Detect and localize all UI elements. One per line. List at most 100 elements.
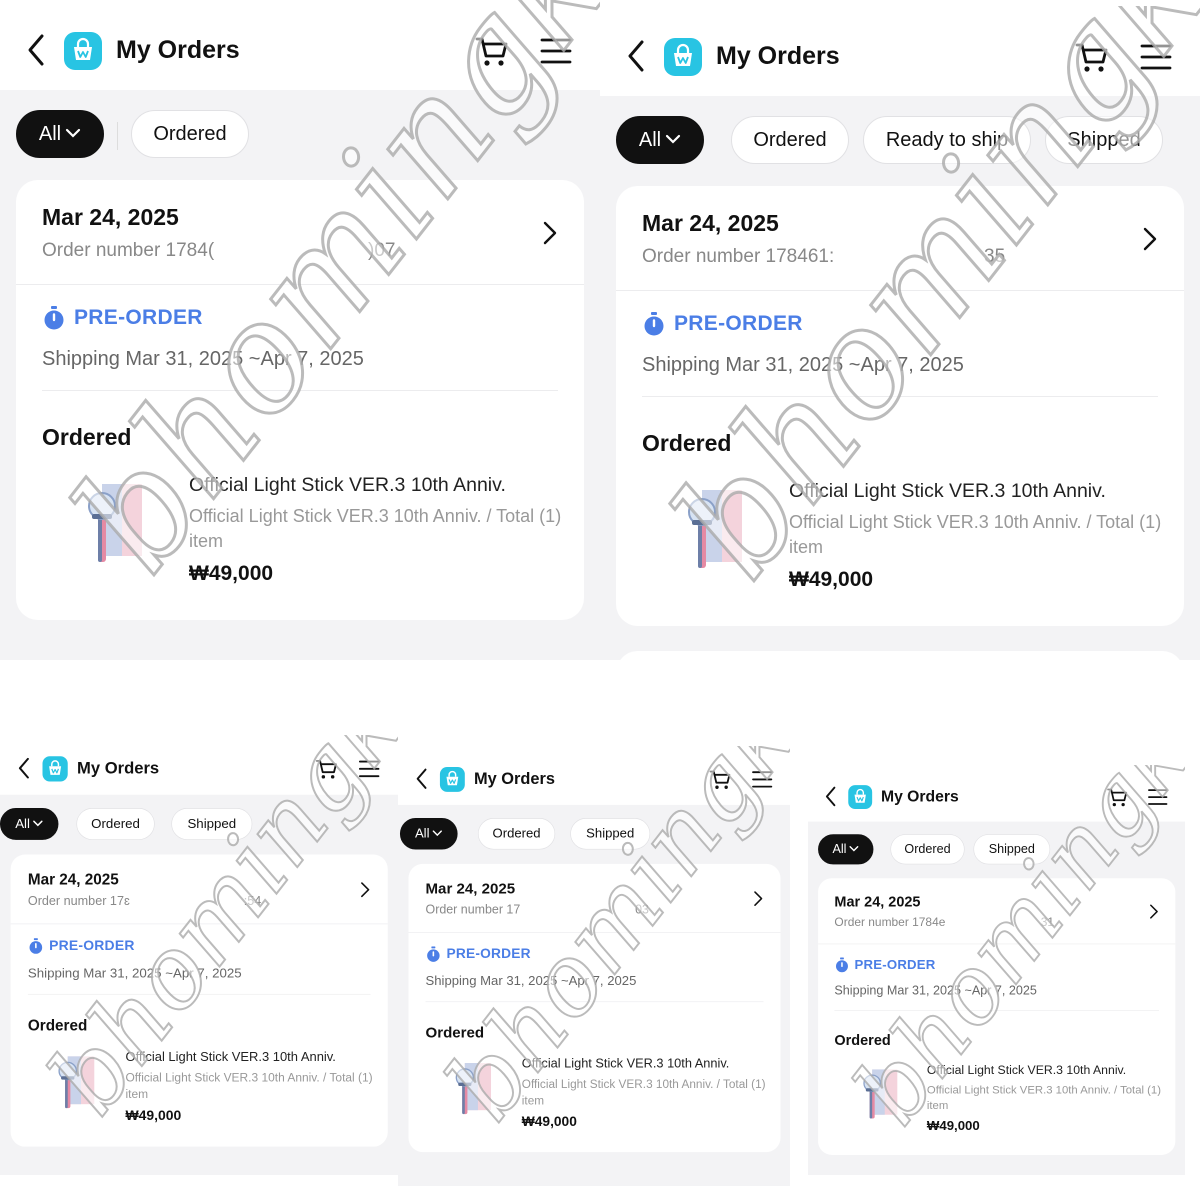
cart-icon[interactable] bbox=[708, 768, 732, 790]
chip-separator bbox=[117, 122, 118, 150]
product-thumbnail bbox=[455, 1063, 492, 1115]
page-title: My Orders bbox=[116, 36, 240, 64]
product-thumbnail bbox=[88, 484, 142, 562]
filter-chip-ordered[interactable]: Ordered bbox=[477, 818, 556, 850]
filter-chip-shipped[interactable]: Shipped bbox=[171, 808, 253, 840]
product-name: Official Light Stick VER.3 10th Anniv. bbox=[789, 480, 1106, 502]
product-name: Official Light Stick VER.3 10th Anniv. bbox=[926, 1063, 1127, 1077]
shop-logo-icon bbox=[664, 38, 702, 76]
order-date: Mar 24, 2025 bbox=[642, 210, 779, 236]
product-name: Official Light Stick VER.3 10th Anniv. bbox=[125, 1049, 336, 1065]
order-card[interactable]: Mar 24, 2025 Order number 17ɛ :54 PRE-OR… bbox=[10, 854, 388, 1147]
order-card-next[interactable] bbox=[616, 651, 1184, 660]
order-card[interactable]: Mar 24, 2025 Order number 17 03 PRE-ORDE… bbox=[408, 863, 781, 1153]
back-arrow-icon[interactable] bbox=[22, 30, 52, 70]
hamburger-menu-icon[interactable] bbox=[358, 759, 380, 779]
cart-icon[interactable] bbox=[315, 758, 339, 781]
filter-chip-shipped[interactable]: Shipped bbox=[570, 818, 651, 850]
filter-chip-ordered[interactable]: Ordered bbox=[76, 808, 155, 840]
order-screenshot-1: My Orders All Ordered Mar 24, 2025 Order … bbox=[0, 0, 600, 660]
filter-chip-shipped[interactable]: Shipped bbox=[973, 834, 1051, 865]
back-arrow-icon[interactable] bbox=[15, 755, 35, 782]
cart-icon[interactable] bbox=[474, 34, 510, 68]
order-card[interactable]: Mar 24, 2025 Order number 178461: 35 PRE… bbox=[616, 186, 1184, 626]
chevron-down-icon bbox=[33, 820, 43, 827]
filter-chip-label: Ordered bbox=[153, 123, 227, 145]
cart-icon[interactable] bbox=[1074, 40, 1110, 74]
page-title: My Orders bbox=[880, 787, 959, 806]
order-date: Mar 24, 2025 bbox=[42, 204, 179, 230]
filter-chip-all[interactable]: All bbox=[0, 808, 59, 840]
chevron-down-icon bbox=[66, 129, 81, 138]
filter-chip-shipped[interactable]: Shipped bbox=[1045, 116, 1163, 164]
product-option: Official Light Stick VER.3 10th Anniv. /… bbox=[189, 506, 562, 551]
filter-chip-label: Shipped bbox=[187, 816, 237, 832]
filter-chip-all[interactable]: All bbox=[16, 110, 104, 158]
product-thumbnail bbox=[688, 490, 742, 568]
order-status: Ordered bbox=[642, 430, 732, 456]
divider bbox=[27, 993, 371, 995]
divider bbox=[10, 923, 388, 925]
order-status: Ordered bbox=[42, 424, 132, 450]
shop-logo-icon bbox=[64, 32, 102, 70]
divider bbox=[642, 396, 1158, 397]
page-title: My Orders bbox=[77, 758, 160, 778]
filter-chip-label: Shipped bbox=[988, 842, 1035, 857]
order-date: Mar 24, 2025 bbox=[425, 879, 516, 897]
filter-chip-label: All bbox=[832, 842, 847, 857]
cart-icon[interactable] bbox=[1106, 786, 1129, 807]
app-header: My Orders bbox=[0, 0, 600, 90]
product-price: ₩49,000 bbox=[926, 1118, 980, 1133]
order-number-suffix: 03 bbox=[635, 903, 649, 917]
order-date: Mar 24, 2025 bbox=[27, 870, 119, 888]
page-title: My Orders bbox=[716, 42, 840, 70]
shipping-period: Shipping Mar 31, 2025 ~Apr 7, 2025 bbox=[834, 983, 1037, 998]
back-arrow-icon[interactable] bbox=[412, 766, 432, 792]
app-header: My Orders bbox=[0, 735, 398, 795]
hamburger-menu-icon[interactable] bbox=[1148, 788, 1168, 807]
order-number-suffix: 31 bbox=[1040, 915, 1055, 930]
shop-logo-icon bbox=[848, 785, 873, 810]
product-option: Official Light Stick VER.3 10th Anniv. /… bbox=[521, 1077, 766, 1107]
chevron-right-icon[interactable] bbox=[753, 890, 763, 907]
product-price: ₩49,000 bbox=[789, 568, 874, 591]
stopwatch-icon bbox=[427, 946, 440, 962]
chevron-right-icon[interactable] bbox=[1149, 903, 1159, 919]
hamburger-menu-icon[interactable] bbox=[752, 770, 773, 790]
order-status: Ordered bbox=[834, 1031, 891, 1049]
shop-logo-icon bbox=[439, 766, 465, 792]
stopwatch-icon bbox=[644, 312, 664, 336]
filter-chip-ordered[interactable]: Ordered bbox=[731, 116, 849, 164]
chevron-right-icon[interactable] bbox=[542, 220, 558, 246]
filter-chip-label: Ordered bbox=[492, 826, 541, 841]
chevron-right-icon[interactable] bbox=[1142, 226, 1158, 252]
order-date: Mar 24, 2025 bbox=[834, 893, 921, 910]
filter-chip-ordered[interactable]: Ordered bbox=[131, 110, 249, 158]
filter-chip-all[interactable]: All bbox=[399, 818, 458, 850]
divider bbox=[616, 290, 1184, 291]
hamburger-menu-icon[interactable] bbox=[1140, 42, 1172, 72]
filter-chip-label: Ordered bbox=[904, 842, 951, 857]
filter-chip-ordered[interactable]: Ordered bbox=[890, 834, 965, 865]
divider bbox=[42, 390, 558, 391]
chevron-right-icon[interactable] bbox=[360, 881, 371, 898]
filter-chip-all[interactable]: All bbox=[616, 116, 704, 164]
order-card[interactable]: Mar 24, 2025 Order number 1784( )07 PRE-… bbox=[16, 180, 584, 620]
hamburger-menu-icon[interactable] bbox=[540, 36, 572, 66]
filter-chip-label: Shipped bbox=[586, 826, 635, 841]
filter-chip-ready-to-ship[interactable]: Ready to ship bbox=[863, 116, 1031, 164]
page-title: My Orders bbox=[473, 769, 555, 788]
chevron-down-icon bbox=[666, 135, 681, 144]
stopwatch-icon bbox=[29, 938, 43, 954]
app-header: My Orders bbox=[600, 6, 1200, 96]
filter-chip-all[interactable]: All bbox=[818, 834, 874, 865]
back-arrow-icon[interactable] bbox=[822, 784, 841, 809]
divider bbox=[408, 932, 781, 933]
app-header: My Orders bbox=[808, 765, 1185, 822]
filter-chip-label: All bbox=[38, 123, 62, 145]
order-number-suffix: )07 bbox=[368, 240, 396, 261]
back-arrow-icon[interactable] bbox=[622, 36, 652, 76]
filter-chip-label: Ordered bbox=[753, 129, 827, 151]
order-card[interactable]: Mar 24, 2025 Order number 1784e 31 PRE-O… bbox=[818, 878, 1176, 1155]
product-option: Official Light Stick VER.3 10th Anniv. /… bbox=[789, 512, 1162, 557]
